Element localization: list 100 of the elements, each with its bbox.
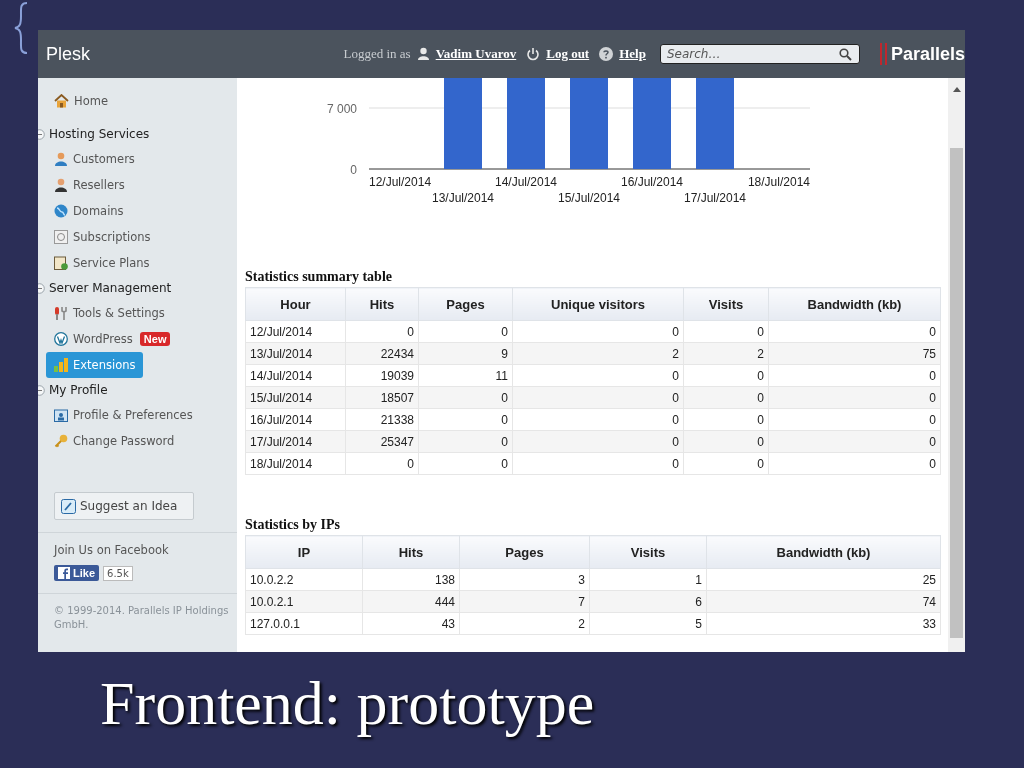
nav-item[interactable]: WordPress New	[46, 326, 179, 352]
table-cell: 138	[362, 568, 460, 591]
nav-item[interactable]: Service Plans	[46, 250, 158, 276]
nav-item[interactable]: Extensions	[46, 352, 144, 378]
nav-item[interactable]: Home	[46, 88, 116, 114]
suggest-idea-button[interactable]: Suggest an Idea	[54, 492, 194, 520]
facebook-icon	[58, 567, 70, 579]
table-cell: 43	[362, 612, 460, 635]
tools-icon	[54, 306, 68, 320]
column-header: Pages	[418, 287, 513, 321]
column-header: Hour	[245, 287, 346, 321]
column-header: Pages	[459, 535, 590, 569]
axis-tick-label: 14/Jul/2014	[494, 175, 558, 189]
axis-tick-label: 15/Jul/2014	[557, 191, 621, 205]
table-cell: 5	[589, 612, 707, 635]
table-cell: 12/Jul/2014	[245, 320, 346, 343]
table-cell: 0	[683, 364, 769, 387]
user-link[interactable]: Vadim Uvarov	[435, 46, 517, 62]
wordpress-icon	[54, 332, 68, 346]
like-button[interactable]: Like	[54, 565, 99, 581]
table-cell: 11	[418, 364, 513, 387]
nav-item[interactable]: Profile & Preferences	[46, 402, 201, 428]
help-icon	[599, 47, 614, 61]
table-cell: 3	[459, 568, 590, 591]
axis-tick-label: 12/Jul/2014	[369, 175, 432, 189]
axis-tick-label: 0	[350, 163, 357, 177]
nav-group-title: Server Management	[49, 281, 172, 295]
table-cell: 0	[683, 320, 769, 343]
table-cell: 0	[512, 452, 684, 475]
copyright-text: © 1999-2014. Parallels IP Holdings GmbH.	[54, 604, 229, 631]
column-header: Hits	[345, 287, 419, 321]
nav-item[interactable]: Domains	[46, 198, 132, 224]
axis-tick-label: 17/Jul/2014	[683, 191, 747, 205]
table-cell: 0	[512, 364, 684, 387]
column-header: IP	[245, 535, 363, 569]
table-cell: 15/Jul/2014	[245, 386, 346, 409]
table-cell: 2	[459, 612, 590, 635]
table-cell: 0	[683, 408, 769, 431]
table-cell: 7	[459, 590, 590, 613]
table-cell: 0	[768, 386, 941, 409]
nav-group-title: Hosting Services	[49, 127, 150, 141]
key-icon	[54, 434, 68, 448]
table-cell: 0	[345, 452, 419, 475]
table-cell: 0	[418, 320, 513, 343]
scrollbar[interactable]	[948, 78, 965, 652]
table-cell: 14/Jul/2014	[245, 364, 346, 387]
table-cell: 13/Jul/2014	[245, 342, 346, 365]
table-cell: 0	[512, 320, 684, 343]
table-cell: 19039	[345, 364, 419, 387]
table-cell: 1	[589, 568, 707, 591]
table-cell: 33	[706, 612, 941, 635]
search-field[interactable]: Search…	[659, 44, 860, 64]
axis-tick-label: 7 000	[326, 102, 357, 116]
table-cell: 0	[418, 408, 513, 431]
like-count: 6.5k	[103, 565, 133, 581]
nav-group-title: My Profile	[49, 383, 108, 397]
table-cell: 16/Jul/2014	[245, 408, 346, 431]
help-link[interactable]: Help	[619, 46, 646, 62]
nav-item[interactable]: Subscriptions	[46, 224, 159, 250]
nav-item[interactable]: Resellers	[46, 172, 133, 198]
axis-tick-label: 16/Jul/2014	[620, 175, 684, 189]
user-icon	[416, 47, 430, 61]
table-cell: 0	[768, 430, 941, 453]
nav-item[interactable]: Change Password	[46, 428, 183, 454]
table-cell: 74	[706, 590, 941, 613]
logout-link[interactable]: Log out	[546, 46, 590, 62]
id-card-icon	[54, 408, 68, 422]
table-cell: 18/Jul/2014	[245, 452, 346, 475]
table-cell: 25	[706, 568, 941, 591]
nav-item[interactable]: Customers	[46, 146, 143, 172]
axis-tick-label: 13/Jul/2014	[431, 191, 495, 205]
clipboard-icon	[54, 256, 68, 270]
nav-item[interactable]: Tools & Settings	[46, 300, 173, 326]
slide-title: Frontend: prototype	[100, 668, 595, 739]
column-header: Visits	[589, 535, 707, 569]
table-cell: 0	[512, 408, 684, 431]
blocks-icon	[54, 358, 68, 372]
table-cell: 0	[768, 408, 941, 431]
table-cell: 0	[345, 320, 419, 343]
house-icon	[54, 94, 69, 108]
globe-icon	[54, 204, 68, 218]
app-title: Plesk	[46, 43, 90, 65]
column-header: Hits	[362, 535, 460, 569]
scrollbar-thumb[interactable]	[950, 148, 963, 638]
column-header: Bandwidth (kb)	[706, 535, 941, 569]
power-icon	[526, 47, 541, 61]
logged-in-label: Logged in as	[343, 46, 411, 62]
person-icon	[54, 152, 68, 166]
table-cell: 17/Jul/2014	[245, 430, 346, 453]
brace-decoration-icon	[14, 2, 28, 54]
facebook-label: Join Us on Facebook	[54, 543, 170, 557]
search-icon	[838, 48, 852, 61]
table-cell: 75	[768, 342, 941, 365]
table-title: Statistics by IPs	[245, 517, 341, 533]
new-badge: New	[139, 332, 171, 346]
scroll-up-icon[interactable]	[952, 86, 961, 92]
table-cell: 0	[418, 452, 513, 475]
table-cell: 0	[512, 386, 684, 409]
note-icon	[61, 498, 76, 514]
axis-tick-label: 18/Jul/2014	[747, 175, 810, 189]
